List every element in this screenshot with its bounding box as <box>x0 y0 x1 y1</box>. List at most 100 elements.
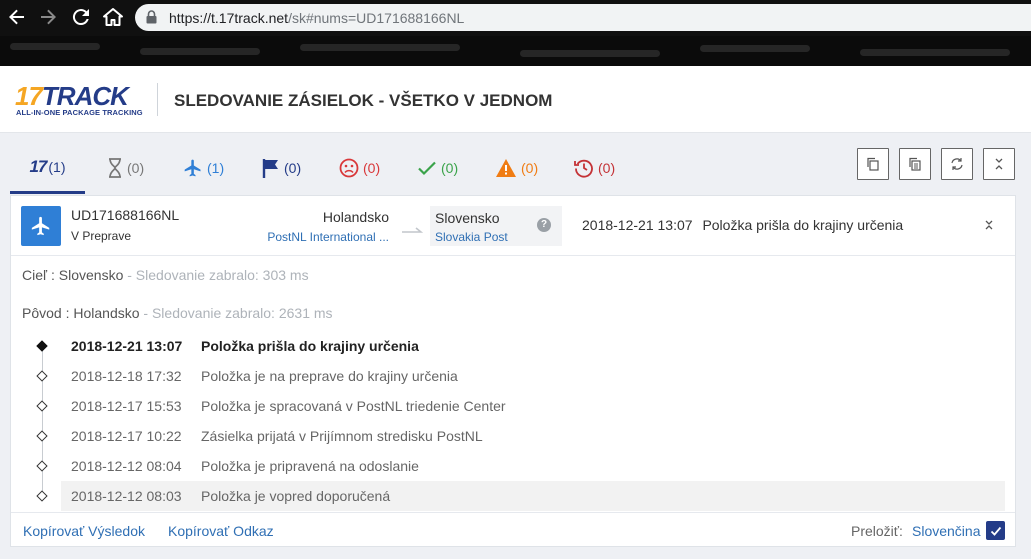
destination-time: - Sledovanie zabralo: 303 ms <box>123 267 309 283</box>
timeline-event: 2018-12-17 10:22 Zásielka prijatá v Prij… <box>11 421 1015 451</box>
tracking-number[interactable]: UD171688166NL <box>71 207 179 223</box>
origin-carrier-link[interactable]: PostNL International ... <box>267 230 389 244</box>
timeline-dot-icon <box>36 370 48 382</box>
url-path: /sk#nums=UD171688166NL <box>288 10 465 26</box>
sad-face-icon <box>339 158 359 178</box>
timeline-dot-icon <box>36 340 48 352</box>
destination-country: Slovensko <box>435 210 500 226</box>
event-description: Zásielka prijatá v Prijímnom stredisku P… <box>201 428 483 444</box>
tab-delivered[interactable]: (0) <box>417 142 458 194</box>
tab-count: (0) <box>284 160 302 176</box>
in-transit-badge <box>21 206 61 246</box>
tab-in-transit[interactable]: (1) <box>183 142 224 194</box>
tab-count: (1) <box>48 158 66 175</box>
collapse-icon[interactable] <box>983 218 995 237</box>
origin-time: - Sledovanie zabralo: 2631 ms <box>139 305 333 321</box>
checkmark-icon <box>418 161 436 176</box>
timeline-dot-icon <box>36 460 48 472</box>
timeline-event: 2018-12-12 08:04 Položka je pripravená n… <box>11 451 1015 481</box>
tab-count: (0) <box>598 160 616 176</box>
refresh-button[interactable] <box>941 148 973 180</box>
timeline-dot-icon <box>36 490 48 502</box>
event-date: 2018-12-17 15:53 <box>71 398 182 414</box>
event-date: 2018-12-18 17:32 <box>71 368 182 384</box>
timeline-dot-icon <box>36 430 48 442</box>
event-description: Položka je vopred doporučená <box>201 488 391 504</box>
history-icon <box>574 159 593 178</box>
shipment-status: V Preprave <box>71 229 132 243</box>
destination-info: Slovensko Slovakia Post ? <box>430 206 562 246</box>
logo-tagline: ALL-IN-ONE PACKAGE TRACKING <box>16 108 143 117</box>
tab-pickup[interactable]: (0) <box>262 142 301 194</box>
event-date: 2018-12-21 13:07 <box>71 338 183 354</box>
translate-toggle[interactable] <box>986 521 1005 540</box>
event-date: 2018-12-12 08:03 <box>71 488 182 504</box>
copy-icon <box>867 157 879 171</box>
copy-result-link[interactable]: Kopírovať Výsledok <box>23 523 145 539</box>
origin-info: Holandsko PostNL International ... <box>267 209 389 244</box>
tab-expired[interactable]: (0) <box>574 142 615 194</box>
tab-count: (0) <box>363 160 381 176</box>
translate-label: Preložiť: <box>851 523 903 539</box>
home-icon[interactable] <box>101 5 125 29</box>
warning-icon <box>496 159 516 177</box>
latest-event: 2018-12-21 13:07 Položka prišla do kraji… <box>582 217 903 233</box>
tab-count: (0) <box>521 160 539 176</box>
browser-toolbar: https://t.17track.net/sk#nums=UD17168816… <box>0 0 1031 66</box>
tab-count: (0) <box>127 160 145 176</box>
timeline-event: 2018-12-21 13:07 Položka prišla do kraji… <box>11 331 1015 361</box>
card-footer: Kopírovať Výsledok Kopírovať Odkaz Prelo… <box>11 512 1015 547</box>
tab-count: (0) <box>441 160 459 176</box>
event-date: 2018-12-12 08:04 <box>71 458 182 474</box>
event-date: 2018-12-17 10:22 <box>71 428 182 444</box>
airplane-icon <box>184 159 201 177</box>
timeline-event: 2018-12-18 17:32 Položka je na preprave … <box>11 361 1015 391</box>
destination-tracking-info: Cieľ : Slovensko - Sledovanie zabralo: 3… <box>22 267 309 283</box>
header-divider <box>157 83 158 116</box>
reload-icon[interactable] <box>69 5 93 29</box>
latest-event-date: 2018-12-21 13:07 <box>582 217 693 233</box>
timeline-event: 2018-12-12 08:03 Položka je vopred dopor… <box>11 481 1015 511</box>
bookmarks-bar <box>0 36 1031 66</box>
url-host: https://t.17track.net <box>169 10 289 26</box>
url-text: https://t.17track.net/sk#nums=UD17168816… <box>169 10 464 26</box>
copy-list-icon <box>909 157 921 171</box>
lock-icon <box>146 10 157 29</box>
tab-undelivered[interactable]: (0) <box>339 142 380 194</box>
latest-event-text: Položka prišla do krajiny určenia <box>702 217 904 233</box>
collapse-all-button[interactable] <box>983 148 1015 180</box>
collapse-all-icon <box>995 158 1003 170</box>
page-title: SLEDOVANIE ZÁSIELOK - VŠETKO V JEDNOM <box>174 91 553 110</box>
route-arrow-icon <box>401 223 424 241</box>
logo-number: 17 <box>15 81 43 111</box>
airplane-icon <box>31 216 50 236</box>
forward-arrow-icon[interactable] <box>36 5 60 29</box>
copy-link-link[interactable]: Kopírovať Odkaz <box>168 523 274 539</box>
back-arrow-icon[interactable] <box>5 5 29 29</box>
shipment-summary[interactable]: UD171688166NL V Preprave Holandsko PostN… <box>11 196 1015 256</box>
event-description: Položka prišla do krajiny určenia <box>201 338 419 354</box>
origin-country: Holandsko <box>322 209 389 225</box>
help-icon[interactable]: ? <box>537 218 551 232</box>
tracking-result-card: UD171688166NL V Preprave Holandsko PostN… <box>10 195 1016 547</box>
tab-not-found[interactable]: (0) <box>107 142 144 194</box>
destination-label: Cieľ : Slovensko <box>22 267 124 283</box>
logo-word: TRACK <box>41 81 129 111</box>
flag-icon <box>262 159 278 178</box>
origin-label: Pôvod : Holandsko <box>22 305 140 321</box>
copy-list-button[interactable] <box>899 148 931 180</box>
copy-button[interactable] <box>857 148 889 180</box>
site-header: 17TRACK ALL-IN-ONE PACKAGE TRACKING SLED… <box>0 66 1031 133</box>
language-selector[interactable]: Slovenčina <box>912 523 981 539</box>
17track-logo-icon: 17 <box>29 156 47 176</box>
tab-all[interactable]: 17 (1) <box>10 142 85 194</box>
event-description: Položka je spracovaná v PostNL triedenie… <box>201 398 506 414</box>
refresh-icon <box>951 158 963 170</box>
timeline-event: 2018-12-17 15:53 Položka je spracovaná v… <box>11 391 1015 421</box>
event-description: Položka je pripravená na odoslanie <box>201 458 419 474</box>
tab-count: (1) <box>207 160 225 176</box>
checkmark-icon <box>990 526 1001 536</box>
tab-alert[interactable]: (0) <box>495 142 538 194</box>
destination-carrier-link[interactable]: Slovakia Post <box>435 230 508 244</box>
address-bar[interactable]: https://t.17track.net/sk#nums=UD17168816… <box>135 4 1031 31</box>
